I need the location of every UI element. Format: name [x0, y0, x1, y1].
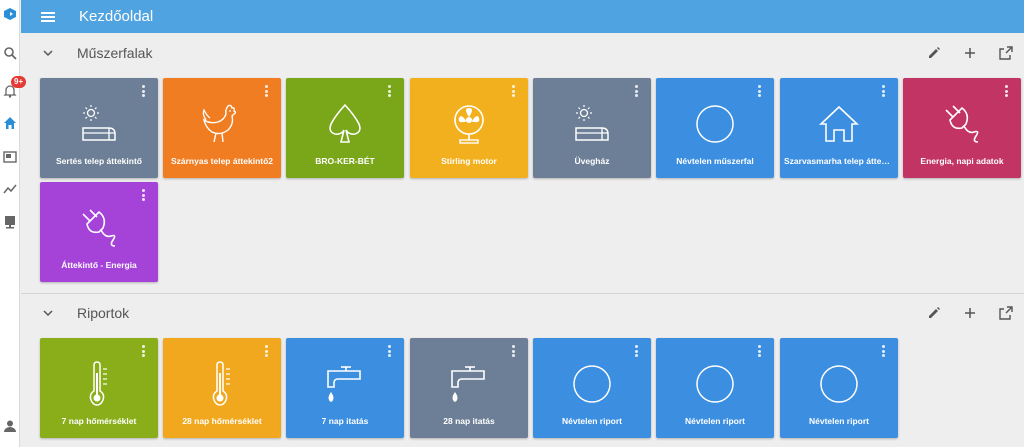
chevron-down-icon[interactable]: [41, 46, 55, 60]
dashboard-tile[interactable]: Szárnyas telep áttekintő2: [163, 78, 281, 178]
tile-label: Névtelen műszerfal: [676, 156, 754, 166]
more-vert-icon[interactable]: [387, 345, 391, 357]
dashboard-tile[interactable]: BRO-KER-BÉT: [286, 78, 404, 178]
tile-label: Üvegház: [574, 156, 610, 166]
search-icon[interactable]: [2, 45, 18, 61]
menu-icon[interactable]: [41, 10, 55, 24]
more-vert-icon[interactable]: [634, 85, 638, 97]
house-icon: [780, 100, 898, 148]
edit-icon[interactable]: [926, 305, 942, 321]
fan-icon: [410, 100, 528, 148]
plug-icon: [903, 100, 1021, 148]
more-vert-icon[interactable]: [881, 345, 885, 357]
thermometer-icon: [163, 360, 281, 408]
user-icon[interactable]: [2, 418, 18, 434]
side-rail: 9+: [0, 0, 27, 447]
more-vert-icon[interactable]: [511, 345, 515, 357]
chart-icon[interactable]: [2, 181, 18, 197]
chicken-icon: [163, 100, 281, 148]
tile-label: Névtelen riport: [809, 416, 869, 426]
more-vert-icon[interactable]: [264, 345, 268, 357]
tile-label: BRO-KER-BÉT: [315, 156, 375, 166]
dashboard-tile[interactable]: Áttekintő - Energia: [40, 182, 158, 282]
tile-label: Szarvasmarha telep átteki...: [784, 156, 894, 166]
more-vert-icon[interactable]: [757, 345, 761, 357]
tile-label: Szárnyas telep áttekintő2: [170, 156, 274, 166]
top-app-bar: Kezdőoldal: [21, 0, 1024, 33]
more-vert-icon[interactable]: [757, 85, 761, 97]
tile-label: Áttekintő - Energia: [61, 260, 137, 270]
tile-label: 28 nap hőmérséklet: [182, 416, 262, 426]
tile-label: Stirling motor: [441, 156, 497, 166]
plug-icon: [40, 204, 158, 252]
tile-label: 7 nap itatás: [321, 416, 369, 426]
report-tile[interactable]: 28 nap itatás: [410, 338, 528, 438]
tile-label: 7 nap hőmérséklet: [61, 416, 137, 426]
home-icon[interactable]: [2, 115, 18, 131]
dashboard-icon[interactable]: [2, 149, 18, 165]
more-vert-icon[interactable]: [141, 345, 145, 357]
more-vert-icon[interactable]: [1004, 85, 1008, 97]
page-title: Kezdőoldal: [79, 8, 154, 25]
more-vert-icon[interactable]: [141, 85, 145, 97]
tile-label: Energia, napi adatok: [920, 156, 1004, 166]
circle-icon: [533, 360, 651, 408]
report-tile[interactable]: 28 nap hőmérséklet: [163, 338, 281, 438]
notification-badge: 9+: [11, 76, 27, 88]
sun-barn-icon: [533, 100, 651, 148]
device-icon[interactable]: [2, 214, 18, 230]
app-logo-icon[interactable]: [2, 6, 18, 22]
edit-icon[interactable]: [926, 45, 942, 61]
more-vert-icon[interactable]: [881, 85, 885, 97]
thermometer-icon: [40, 360, 158, 408]
tile-label: Névtelen riport: [562, 416, 622, 426]
report-tile[interactable]: 7 nap hőmérséklet: [40, 338, 158, 438]
tile-label: 28 nap itatás: [443, 416, 495, 426]
dashboard-tile[interactable]: Sertés telep áttekintő: [40, 78, 158, 178]
section-header-dashboards: Műszerfalak: [21, 34, 1024, 72]
more-vert-icon[interactable]: [387, 85, 391, 97]
faucet-icon: [410, 360, 528, 408]
report-tile[interactable]: Névtelen riport: [780, 338, 898, 438]
spade-icon: [286, 100, 404, 148]
report-tile[interactable]: 7 nap itatás: [286, 338, 404, 438]
dashboard-tile[interactable]: Névtelen műszerfal: [656, 78, 774, 178]
more-vert-icon[interactable]: [634, 345, 638, 357]
more-vert-icon[interactable]: [264, 85, 268, 97]
section-header-reports: Riportok: [21, 294, 1024, 332]
circle-icon: [780, 360, 898, 408]
faucet-icon: [286, 360, 404, 408]
more-vert-icon[interactable]: [511, 85, 515, 97]
tile-label: Sertés telep áttekintő: [56, 156, 142, 166]
report-tile[interactable]: Névtelen riport: [656, 338, 774, 438]
circle-icon: [656, 100, 774, 148]
dashboard-tile[interactable]: Szarvasmarha telep átteki...: [780, 78, 898, 178]
open-external-icon[interactable]: [998, 305, 1014, 321]
chevron-down-icon[interactable]: [41, 306, 55, 320]
circle-icon: [656, 360, 774, 408]
section-title: Műszerfalak: [77, 45, 153, 61]
dashboard-tile[interactable]: Stirling motor: [410, 78, 528, 178]
report-tile[interactable]: Névtelen riport: [533, 338, 651, 438]
add-icon[interactable]: [962, 305, 978, 321]
add-icon[interactable]: [962, 45, 978, 61]
open-external-icon[interactable]: [998, 45, 1014, 61]
dashboard-tile[interactable]: Üvegház: [533, 78, 651, 178]
more-vert-icon[interactable]: [141, 189, 145, 201]
dashboard-tile[interactable]: Energia, napi adatok: [903, 78, 1021, 178]
sun-barn-icon: [40, 100, 158, 148]
tile-label: Névtelen riport: [685, 416, 745, 426]
section-title: Riportok: [77, 305, 130, 321]
